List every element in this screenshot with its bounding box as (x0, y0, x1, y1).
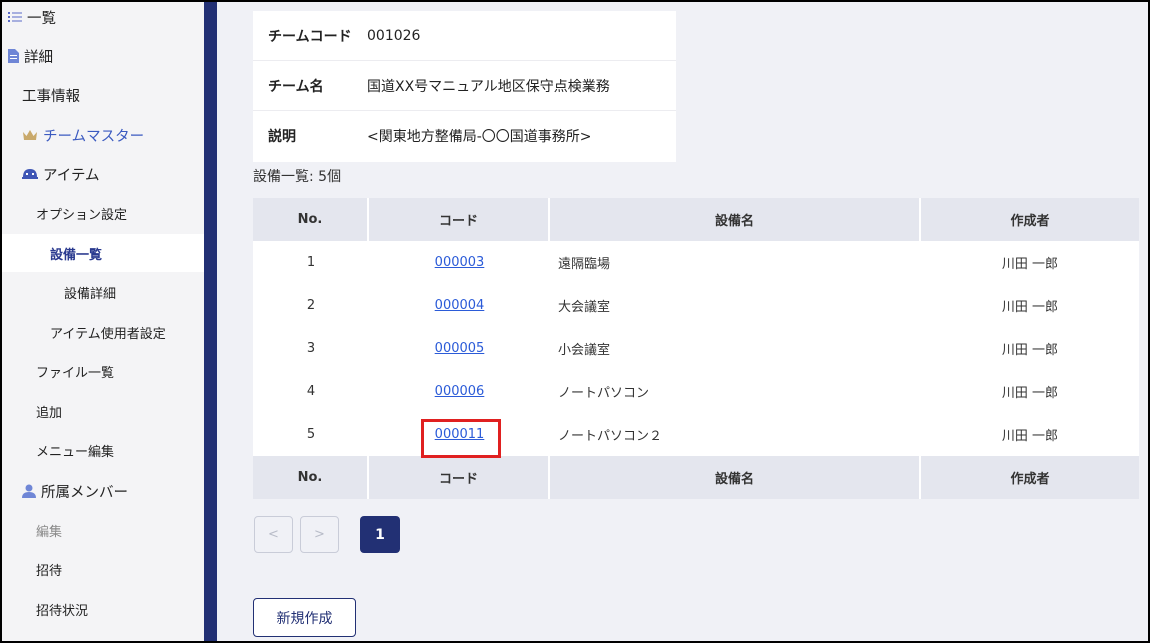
column-header-no: No. (253, 198, 369, 241)
table-row: 3 000005 小会議室 川田 一郎 (253, 327, 1139, 370)
sidebar-item-construction-info[interactable]: 工事情報 (0, 76, 204, 114)
table-row: 2 000004 大会議室 川田 一郎 (253, 284, 1139, 327)
table-row: 4 000006 ノートパソコン 川田 一郎 (253, 370, 1139, 413)
row-no: 5 (306, 427, 316, 442)
equipment-code-link[interactable]: 000006 (435, 384, 485, 399)
row-no: 4 (306, 384, 316, 399)
team-name-label: チーム名 (268, 78, 324, 95)
prev-page-button[interactable]: < (254, 516, 293, 553)
sidebar-item-label: アイテム (43, 167, 100, 184)
equipment-name: 小会議室 (558, 343, 611, 358)
page-1-button[interactable]: 1 (360, 516, 400, 553)
sidebar-item-detail[interactable]: 詳細 (0, 37, 204, 75)
column-footer-no: No. (253, 456, 369, 499)
column-footer-code: コード (369, 456, 550, 499)
sidebar-item-label: アイテム使用者設定 (50, 326, 166, 342)
sidebar: 一覧 詳細 工事情報 チームマスター アイテム オプション設定 設備一覧 設備詳… (0, 0, 204, 643)
sidebar-item-option-settings[interactable]: オプション設定 (0, 194, 204, 232)
equipment-code-link[interactable]: 000005 (435, 341, 485, 356)
column-footer-creator: 作成者 (1010, 472, 1050, 487)
next-page-button[interactable]: > (300, 516, 339, 553)
sidebar-item-label: 招待 (36, 563, 63, 579)
equipment-code-link[interactable]: 000003 (435, 255, 485, 270)
equipment-name: 遠隔臨場 (558, 257, 611, 272)
equipment-code-link[interactable]: 000004 (435, 298, 485, 313)
table-header: No. コード 設備名 作成者 (253, 198, 1139, 241)
helmet-icon (22, 168, 38, 180)
team-desc-row: 説明 <関東地方整備局-〇〇国道事務所> (253, 111, 676, 161)
row-no: 1 (306, 255, 316, 270)
sidebar-item-label: 詳細 (24, 49, 53, 66)
sidebar-item-equipment-detail[interactable]: 設備詳細 (0, 273, 204, 311)
sidebar-item-add[interactable]: 追加 (0, 392, 204, 430)
equipment-table: No. コード 設備名 作成者 1 000003 遠隔臨場 川田 一郎 2 00… (253, 198, 1139, 499)
sidebar-item-label: 追加 (36, 405, 63, 421)
creator-name: 川田 一郎 (1001, 386, 1059, 401)
sidebar-item-label: 設備詳細 (64, 286, 117, 302)
team-desc-label: 説明 (268, 129, 296, 145)
row-no: 3 (306, 341, 316, 356)
column-header-creator: 作成者 (1010, 214, 1050, 229)
creator-name: 川田 一郎 (1001, 429, 1059, 444)
creator-name: 川田 一郎 (1001, 300, 1059, 315)
team-name-value: 国道XX号マニュアル地区保守点検業務 (367, 78, 610, 95)
new-create-button[interactable]: 新規作成 (253, 598, 356, 637)
sidebar-item-label: 編集 (36, 524, 63, 540)
table-row: 1 000003 遠隔臨場 川田 一郎 (253, 241, 1139, 284)
equipment-name: ノートパソコン２ (558, 429, 663, 444)
column-header-code: コード (369, 198, 550, 241)
table-footer-header: No. コード 設備名 作成者 (253, 456, 1139, 499)
row-no: 2 (306, 298, 316, 313)
sidebar-divider (204, 0, 217, 643)
team-code-value: 001026 (367, 27, 421, 44)
team-info-card: チームコード 001026 チーム名 国道XX号マニュアル地区保守点検業務 説明… (253, 11, 676, 162)
table-row: 5 000011 ノートパソコン２ 川田 一郎 (253, 413, 1139, 456)
person-icon (22, 484, 36, 498)
equipment-code-link[interactable]: 000011 (435, 427, 485, 442)
team-name-row: チーム名 国道XX号マニュアル地区保守点検業務 (253, 61, 676, 111)
sidebar-item-label: 所属メンバー (41, 484, 128, 501)
equipment-count: 設備一覧: 5個 (253, 169, 342, 185)
sidebar-item-label: チームマスター (43, 128, 145, 145)
sidebar-item-members[interactable]: 所属メンバー (0, 472, 204, 510)
creator-name: 川田 一郎 (1001, 343, 1059, 358)
sidebar-item-team-master[interactable]: チームマスター (0, 116, 204, 154)
sidebar-item-label: 一覧 (27, 10, 56, 27)
sidebar-item-label: メニュー編集 (36, 444, 115, 460)
sidebar-item-item-user-settings[interactable]: アイテム使用者設定 (0, 313, 204, 351)
document-icon (8, 49, 19, 63)
creator-name: 川田 一郎 (1001, 257, 1059, 272)
list-icon (8, 11, 22, 23)
sidebar-item-item[interactable]: アイテム (0, 155, 204, 193)
main-content: チームコード 001026 チーム名 国道XX号マニュアル地区保守点検業務 説明… (217, 0, 1150, 643)
sidebar-item-label: 工事情報 (22, 88, 80, 105)
equipment-name: ノートパソコン (558, 386, 650, 401)
team-desc-value: <関東地方整備局-〇〇国道事務所> (367, 129, 592, 145)
column-header-name: 設備名 (550, 198, 921, 241)
sidebar-item-label: 設備一覧 (50, 247, 103, 263)
sidebar-item-label: 招待状況 (36, 603, 89, 619)
sidebar-item-equipment-list[interactable]: 設備一覧 (0, 234, 204, 272)
column-footer-name: 設備名 (550, 456, 921, 499)
sidebar-item-label: ファイル一覧 (36, 365, 115, 381)
sidebar-item-edit[interactable]: 編集 (0, 511, 204, 549)
team-code-row: チームコード 001026 (253, 11, 676, 61)
sidebar-item-menu-edit[interactable]: メニュー編集 (0, 431, 204, 469)
equipment-name: 大会議室 (558, 300, 611, 315)
sidebar-item-invite-status[interactable]: 招待状況 (0, 590, 204, 628)
sidebar-item-invite[interactable]: 招待 (0, 550, 204, 588)
sidebar-item-list[interactable]: 一覧 (0, 0, 204, 36)
sidebar-item-label: オプション設定 (36, 207, 128, 223)
crown-icon (22, 129, 38, 141)
team-code-label: チームコード (268, 28, 352, 45)
sidebar-item-file-list[interactable]: ファイル一覧 (0, 352, 204, 390)
